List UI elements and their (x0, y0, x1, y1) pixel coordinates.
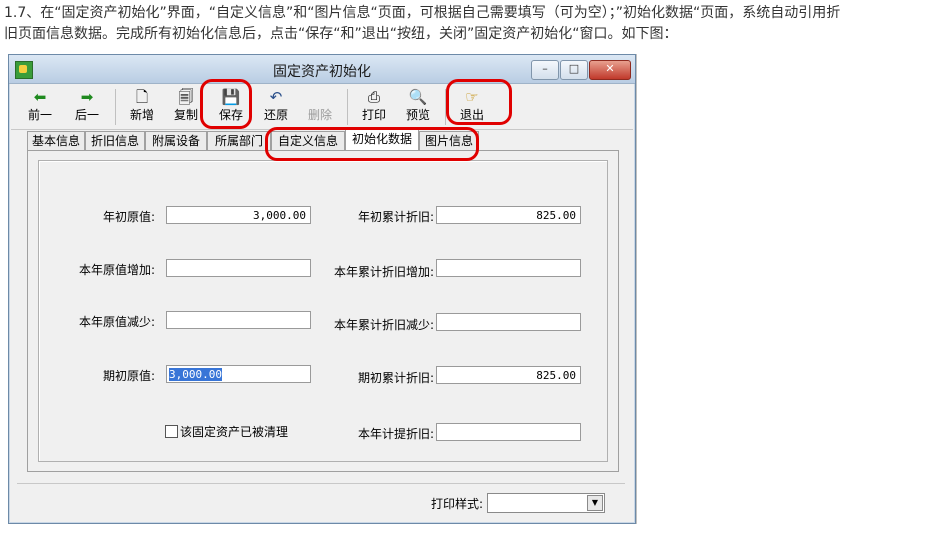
year-value-increase-label: 本年原值增加: (78, 263, 155, 277)
period-value-selected-text: 3,000.00 (169, 368, 222, 381)
exit-button[interactable]: ☞ 退出 (451, 87, 493, 127)
opening-accum-dep-field[interactable]: 825.00 (436, 206, 581, 224)
period-value-label: 期初原值: (102, 369, 155, 383)
tab-init-data[interactable]: 初始化数据 (345, 129, 419, 152)
opening-value-field[interactable]: 3,000.00 (166, 206, 311, 224)
print-style-label: 打印样式: (430, 497, 483, 511)
preview-label: 预览 (405, 108, 430, 122)
cleared-label: 该固定资产已被清理 (180, 425, 289, 439)
print-style-select[interactable]: ▼ (487, 493, 605, 513)
period-value-field[interactable]: 3,000.00 (166, 365, 311, 383)
new-button[interactable]: 🗋 新增 (121, 87, 163, 127)
period-accum-dep-field[interactable]: 825.00 (436, 366, 581, 384)
cleared-checkbox[interactable] (165, 425, 178, 438)
instruction-line-2: 旧页面信息数据。完成所有初始化信息后，点击“保存“和”退出“按纽，关闭”固定资产… (4, 26, 678, 42)
next-arrow-icon: ➡ (80, 88, 94, 106)
save-label: 保存 (218, 108, 243, 122)
year-value-increase-field[interactable] (166, 259, 311, 277)
title-bar[interactable]: 固定资产初始化 – □ ✕ (9, 55, 635, 84)
delete-icon (299, 87, 341, 107)
toolbar-separator (445, 89, 446, 125)
footer-bar: 打印样式: ▼ (17, 483, 625, 516)
close-button[interactable]: ✕ (589, 60, 631, 80)
fixed-asset-init-window: 固定资产初始化 – □ ✕ ⬅ 前一 ➡ 后一 🗋 新增 🗐 复制 💾 保存 ↶… (8, 54, 636, 524)
toolbar-separator (115, 89, 116, 125)
dropdown-arrow-icon[interactable]: ▼ (587, 495, 603, 511)
prev-button[interactable]: ⬅ 前一 (19, 87, 61, 127)
exit-hand-icon: ☞ (465, 88, 479, 106)
delete-label: 删除 (307, 108, 332, 122)
new-doc-icon: 🗋 (135, 88, 149, 106)
next-label: 后一 (74, 108, 99, 122)
year-accum-dep-decrease-label: 本年累计折旧减少: (333, 318, 434, 332)
printer-icon: ⎙ (367, 88, 380, 106)
period-accum-dep-label: 期初累计折旧: (357, 371, 434, 385)
year-dep-label: 本年计提折旧: (357, 427, 434, 441)
delete-button[interactable]: 删除 (299, 87, 341, 127)
tab-department[interactable]: 所属部门 (207, 131, 271, 151)
new-label: 新增 (129, 108, 154, 122)
init-data-panel: 年初原值: 3,000.00 年初累计折旧: 825.00 本年原值增加: 本年… (27, 150, 619, 472)
tab-custom-info[interactable]: 自定义信息 (271, 131, 345, 151)
tab-attached-equipment[interactable]: 附属设备 (145, 131, 207, 151)
tab-basic-info[interactable]: 基本信息 (27, 131, 85, 151)
opening-accum-dep-label: 年初累计折旧: (357, 210, 434, 224)
prev-arrow-icon: ⬅ (33, 88, 47, 106)
instruction-line-1: 1.7、在“固定资产初始化”界面，“自定义信息”和“图片信息“页面，可根据自己需… (4, 5, 841, 21)
year-accum-dep-increase-label: 本年累计折旧增加: (333, 265, 434, 279)
copy-icon: 🗐 (178, 88, 194, 106)
exit-label: 退出 (459, 108, 484, 122)
preview-button[interactable]: 🔍 预览 (397, 87, 439, 127)
tab-image-info[interactable]: 图片信息 (419, 131, 479, 151)
copy-label: 复制 (173, 108, 198, 122)
undo-icon: ↶ (269, 88, 283, 106)
floppy-icon: 💾 (221, 88, 241, 106)
toolbar: ⬅ 前一 ➡ 后一 🗋 新增 🗐 复制 💾 保存 ↶ 还原 删除 ⎙ 打印 🔍 … (11, 85, 633, 130)
undo-button[interactable]: ↶ 还原 (255, 87, 297, 127)
year-dep-field[interactable] (436, 423, 581, 441)
opening-value-label: 年初原值: (102, 210, 155, 224)
print-button[interactable]: ⎙ 打印 (353, 87, 395, 127)
year-value-decrease-label: 本年原值减少: (78, 315, 155, 329)
tab-depreciation-info[interactable]: 折旧信息 (85, 131, 145, 151)
year-accum-dep-decrease-field[interactable] (436, 313, 581, 331)
year-accum-dep-increase-field[interactable] (436, 259, 581, 277)
next-button[interactable]: ➡ 后一 (66, 87, 108, 127)
undo-label: 还原 (263, 108, 288, 122)
form-group: 年初原值: 3,000.00 年初累计折旧: 825.00 本年原值增加: 本年… (38, 160, 608, 462)
maximize-button[interactable]: □ (560, 60, 588, 80)
minimize-button[interactable]: – (531, 60, 559, 80)
copy-button[interactable]: 🗐 复制 (165, 87, 207, 127)
background-sheet-edge (636, 54, 641, 524)
save-button[interactable]: 💾 保存 (210, 87, 252, 127)
print-label: 打印 (361, 108, 386, 122)
year-value-decrease-field[interactable] (166, 311, 311, 329)
prev-label: 前一 (27, 108, 52, 122)
preview-icon: 🔍 (408, 88, 428, 106)
toolbar-separator (347, 89, 348, 125)
